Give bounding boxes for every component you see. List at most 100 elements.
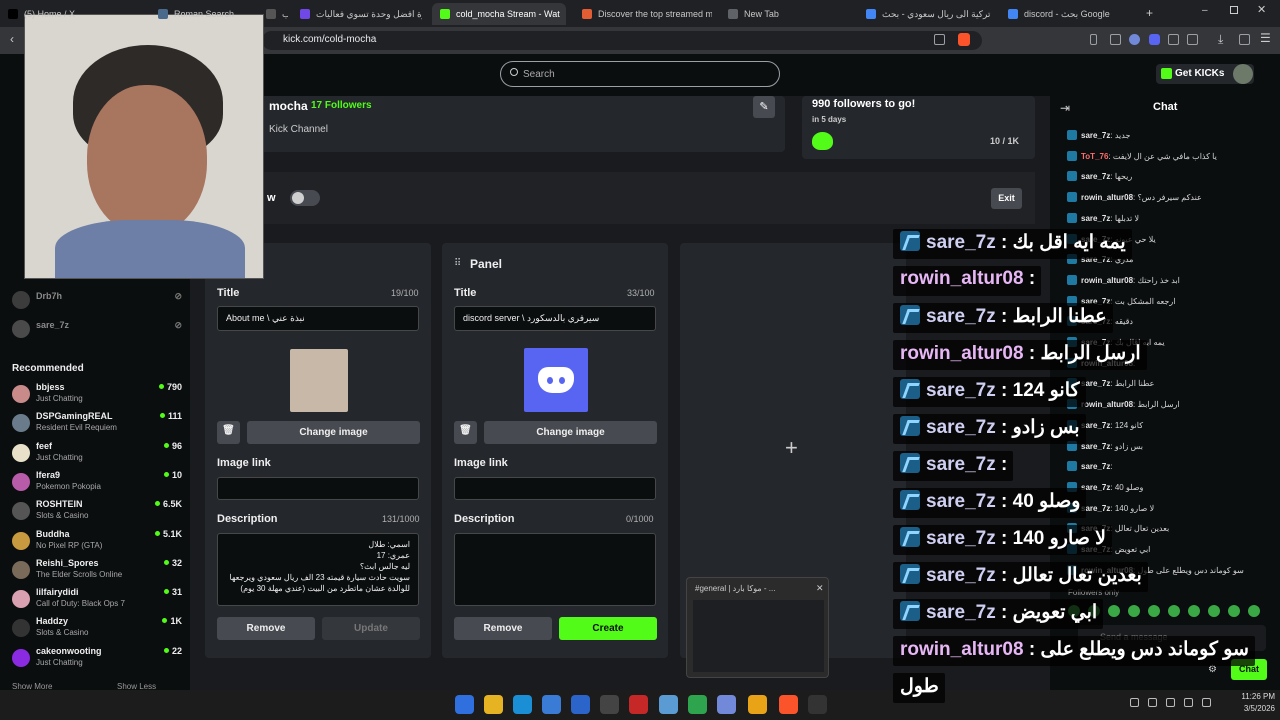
chat-username[interactable]: rowin_altur08 — [1081, 193, 1133, 202]
create-button[interactable]: Create — [559, 617, 657, 640]
taskbar-app-icon[interactable] — [513, 695, 532, 714]
collapse-chat-icon[interactable]: ⇥ — [1060, 101, 1070, 115]
delete-image-button[interactable]: 🗑 — [217, 421, 240, 444]
browser-tab[interactable]: Roman Search — [150, 3, 250, 25]
taskbar-app-icon[interactable] — [484, 695, 503, 714]
emote-icon[interactable] — [1168, 605, 1180, 617]
download-icon[interactable]: ⤓ — [1218, 32, 1223, 47]
chat-username[interactable]: sare_7z — [1081, 462, 1110, 471]
emote-icon[interactable] — [1188, 605, 1200, 617]
close-preview-icon[interactable]: ✕ — [816, 583, 824, 594]
title-input[interactable]: About me \ نبذة عني — [217, 306, 419, 331]
sidebar-item-ROSHTEIN[interactable]: ROSHTEIN Slots & Casino 6.5K — [12, 498, 182, 527]
extension-icon[interactable] — [1090, 34, 1097, 45]
delete-image-button[interactable]: 🗑 — [454, 421, 477, 444]
chat-username[interactable]: sare_7z — [1081, 214, 1110, 223]
sidebar-item-Reishi_Spores[interactable]: Reishi_Spores The Elder Scrolls Online 32 — [12, 557, 182, 586]
taskbar-app-icon[interactable] — [779, 695, 798, 714]
taskbar-app-icon[interactable] — [808, 695, 827, 714]
chat-username[interactable]: rowin_altur08 — [1081, 400, 1133, 409]
search-input[interactable]: Search — [500, 61, 780, 87]
sidebar-item-feef[interactable]: feef Just Chatting 96 — [12, 440, 182, 469]
taskbar-app-icon[interactable] — [542, 695, 561, 714]
remove-button[interactable]: Remove — [217, 617, 315, 640]
discord-extension-icon[interactable] — [1149, 34, 1160, 45]
browser-tab[interactable]: cold_mocha Stream - Wat — [432, 3, 566, 25]
extension-icon[interactable] — [1110, 34, 1121, 45]
emote-icon[interactable] — [1148, 605, 1160, 617]
sidebar-item-cakeonwooting[interactable]: cakeonwooting Just Chatting 22 — [12, 645, 182, 674]
extension-icon[interactable] — [1168, 34, 1179, 45]
taskbar-app-icon[interactable] — [571, 695, 590, 714]
wifi-icon[interactable] — [1130, 698, 1139, 707]
browser-tab[interactable]: discord - بحث Google — [1000, 3, 1135, 25]
change-image-button[interactable]: Change image — [247, 421, 420, 444]
puzzle-icon[interactable] — [1187, 34, 1198, 45]
preview-toggle[interactable] — [290, 190, 320, 206]
image-link-input[interactable] — [454, 477, 656, 500]
image-link-input[interactable] — [217, 477, 419, 500]
sidebar-item-lilfairydidi[interactable]: lilfairydidi Call of Duty: Black Ops 7 31 — [12, 586, 182, 615]
chevron-up-icon[interactable] — [1202, 698, 1211, 707]
taskbar-app-icon[interactable] — [748, 695, 767, 714]
menu-icon[interactable]: ☰ — [1260, 31, 1271, 45]
share-icon[interactable] — [934, 34, 945, 45]
taskbar-app-icon[interactable] — [629, 695, 648, 714]
browser-tab[interactable]: Discover the top streamed mu — [574, 3, 712, 25]
taskbar-app-icon[interactable] — [717, 695, 736, 714]
chat-username[interactable]: ToT_76 — [1081, 152, 1108, 161]
remove-button[interactable]: Remove — [454, 617, 552, 640]
chat-username[interactable]: sare_7z — [1081, 172, 1110, 181]
edit-icon[interactable]: ✎ — [753, 96, 775, 118]
close-window-button[interactable]: ✕ — [1257, 3, 1266, 16]
sidebar-item-Haddzy[interactable]: Haddzy Slots & Casino 1K — [12, 615, 182, 644]
search-icon — [510, 68, 518, 76]
taskbar-app-icon[interactable] — [688, 695, 707, 714]
exit-button[interactable]: Exit — [991, 188, 1022, 209]
change-image-button[interactable]: Change image — [484, 421, 657, 444]
description-textarea[interactable] — [454, 533, 656, 606]
brave-shield-icon[interactable] — [958, 33, 970, 46]
battery-icon[interactable] — [1166, 698, 1175, 707]
user-avatar[interactable] — [1233, 64, 1253, 84]
taskbar-preview[interactable]: #general | موكا بارد - ... ✕ — [686, 577, 829, 678]
taskbar-app-icon[interactable] — [600, 695, 619, 714]
stream-chat-overlay-line: sare_7z : بعدين تعال تعالل — [893, 562, 1148, 592]
taskbar-app-icon[interactable] — [455, 695, 474, 714]
tab-label: New Tab — [744, 9, 779, 19]
browser-tab[interactable]: سارة افضل وحدة تسوي فعاليات — [292, 3, 422, 25]
new-tab-button[interactable]: + — [1146, 6, 1153, 20]
sidebar-icon[interactable] — [1239, 34, 1250, 45]
minimize-button[interactable]: – — [1202, 5, 1208, 16]
browser-tab[interactable]: (5) Home / X — [0, 3, 140, 25]
volume-icon[interactable] — [1148, 698, 1157, 707]
emote-icon[interactable] — [1208, 605, 1220, 617]
emote-icon[interactable] — [1228, 605, 1240, 617]
browser-tab[interactable]: كتاب — [258, 3, 288, 25]
sidebar-item-bbjess[interactable]: bbjess Just Chatting 790 — [12, 381, 182, 410]
chat-username[interactable]: rowin_altur08 — [1081, 276, 1133, 285]
emote-icon[interactable] — [1128, 605, 1140, 617]
avatar — [12, 590, 30, 609]
description-textarea[interactable]: اسمي: طلال عمري: 17 ليه جالس ابث؟ سويت حادث… — [217, 533, 419, 606]
extension-icon[interactable] — [1129, 34, 1140, 45]
mic-icon[interactable] — [1184, 698, 1193, 707]
browser-tab[interactable]: New Tab — [720, 3, 850, 25]
sidebar-item-DSPGamingREAL[interactable]: DSPGamingREAL Resident Evil Requiem 111 — [12, 410, 182, 439]
maximize-button[interactable] — [1230, 6, 1238, 14]
drag-handle-icon[interactable]: ⠿ — [454, 258, 461, 269]
title-input[interactable]: discord server \ سيرفري بالدسكورد — [454, 306, 656, 331]
address-bar[interactable]: kick.com/cold-mocha — [262, 31, 982, 50]
sidebar-item-Ifera9[interactable]: Ifera9 Pokemon Pokopia 10 — [12, 469, 182, 498]
overlay-text: طول — [900, 676, 939, 697]
emote-icon[interactable] — [1108, 605, 1120, 617]
sidebar-item-Buddha[interactable]: Buddha No Pixel RP (GTA) 5.1K — [12, 528, 182, 557]
chat-username[interactable]: sare_7z — [1081, 131, 1110, 140]
sidebar-following-item[interactable]: Drb7h ⊘ — [12, 287, 182, 316]
taskbar-app-icon[interactable] — [659, 695, 678, 714]
browser-tab[interactable]: ليرة تركية الى ريال سعودي - بحث — [858, 3, 993, 25]
update-button[interactable]: Update — [322, 617, 420, 640]
emote-icon[interactable] — [1248, 605, 1260, 617]
sidebar-following-item[interactable]: sare_7z ⊘ — [12, 316, 182, 345]
back-icon[interactable]: ‹ — [10, 32, 14, 46]
